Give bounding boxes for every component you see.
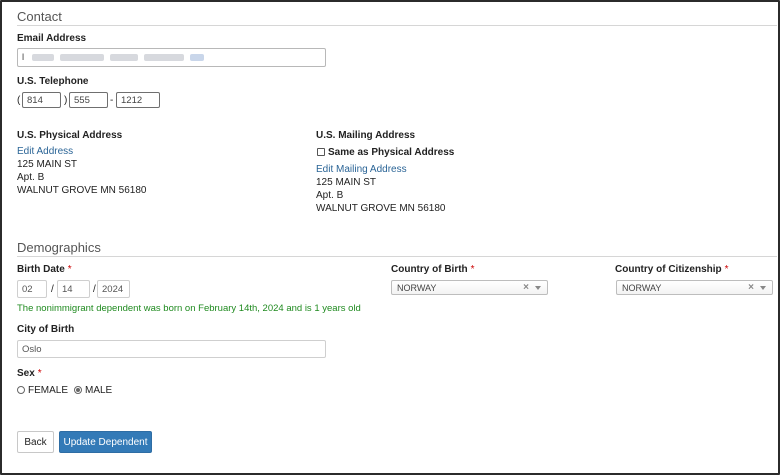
edit-address-link[interactable]: Edit Address [17,146,73,157]
country-of-birth-label-text: Country of Birth [391,264,468,275]
email-value-prefix: l [22,52,25,63]
chevron-down-icon[interactable] [535,286,541,290]
redacted-text [32,54,55,61]
redacted-text [110,54,139,61]
email-field[interactable]: l [17,48,326,67]
mailing-address-line1: 125 MAIN ST [316,177,377,188]
redacted-text [60,54,105,61]
email-label: Email Address [17,33,87,44]
same-as-physical-label: Same as Physical Address [328,147,455,158]
birth-date-label: Birth Date * [17,264,72,275]
country-of-citizenship-label-text: Country of Citizenship [615,264,722,275]
clear-icon[interactable]: × [748,282,754,293]
contact-divider [17,25,777,26]
country-of-citizenship-value: NORWAY [622,282,662,293]
phone-prefix-input[interactable]: 555 [69,92,108,108]
mailing-address-line3: WALNUT GROVE MN 56180 [316,203,446,214]
mailing-address-label: U.S. Mailing Address [316,130,416,141]
redacted-text [144,54,185,61]
same-as-physical-checkbox[interactable] [317,148,325,156]
sex-male-radio[interactable] [74,386,82,394]
sex-female-label: FEMALE [28,385,69,396]
phone-dash: - [110,95,114,106]
phone-open-paren: ( [17,95,21,106]
phone-close-paren: ) [64,95,68,106]
country-of-citizenship-label: Country of Citizenship * [615,264,729,275]
date-separator: / [51,284,54,295]
required-asterisk: * [67,264,72,275]
required-asterisk: * [470,264,475,275]
birth-day-input[interactable]: 14 [57,280,90,298]
back-button[interactable]: Back [17,431,54,453]
required-asterisk: * [37,368,42,379]
sex-male-label: MALE [85,385,113,396]
phone-line-input[interactable]: 1212 [116,92,160,108]
contact-section-title: Contact [17,9,62,24]
edit-mailing-address-link[interactable]: Edit Mailing Address [316,164,407,175]
form-frame: Contact Email Address l U.S. Telephone (… [0,0,780,475]
demographics-section-title: Demographics [17,240,101,255]
birth-date-hint: The nonimmigrant dependent was born on F… [17,303,361,314]
mailing-address-line2: Apt. B [316,190,344,201]
country-of-birth-label: Country of Birth * [391,264,475,275]
chevron-down-icon[interactable] [760,286,766,290]
birth-date-label-text: Birth Date [17,264,65,275]
required-asterisk: * [724,264,729,275]
physical-address-line2: Apt. B [17,172,45,183]
birth-year-input[interactable]: 2024 [97,280,130,298]
update-dependent-button[interactable]: Update Dependent [59,431,152,453]
country-of-birth-value: NORWAY [397,282,437,293]
city-of-birth-label: City of Birth [17,324,75,335]
country-of-citizenship-select[interactable]: NORWAY × [616,280,773,295]
physical-address-label: U.S. Physical Address [17,130,123,141]
city-of-birth-input[interactable]: Oslo [17,340,326,358]
birth-month-input[interactable]: 02 [17,280,47,298]
country-of-birth-select[interactable]: NORWAY × [391,280,548,295]
redacted-text [190,54,205,61]
physical-address-line3: WALNUT GROVE MN 56180 [17,185,147,196]
demographics-divider [17,256,777,257]
clear-icon[interactable]: × [523,282,529,293]
phone-label: U.S. Telephone [17,76,89,87]
phone-area-code-input[interactable]: 814 [22,92,61,108]
sex-label: Sex * [17,368,42,379]
sex-female-radio[interactable] [17,386,25,394]
physical-address-line1: 125 MAIN ST [17,159,78,170]
date-separator: / [93,284,96,295]
sex-label-text: Sex [17,368,35,379]
